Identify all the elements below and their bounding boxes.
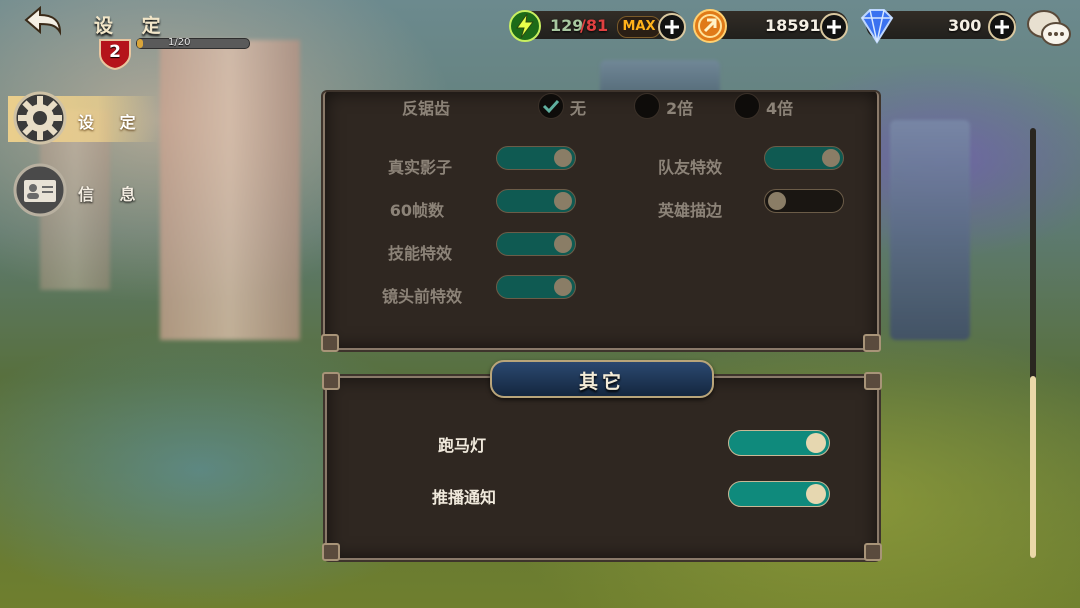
gold-amount: 18591 (765, 16, 821, 35)
setting-label-push-notification: 推播通知 (431, 488, 496, 507)
panel-corner (863, 334, 881, 352)
setting-label-real-shadow: 真实影子 (387, 158, 452, 177)
toggle-knob (822, 149, 840, 167)
xp-bar (136, 38, 250, 49)
diamond-icon (860, 9, 894, 44)
toggle-teammate-effects[interactable] (764, 146, 844, 170)
stamina-max: /81 (580, 16, 609, 35)
nav-label-info: 信 息 (78, 185, 146, 204)
antialias-radio-4x[interactable] (734, 93, 760, 119)
scrollbar-thumb[interactable] (1030, 376, 1036, 558)
back-arrow-icon[interactable] (24, 6, 62, 38)
other-settings-panel (325, 376, 879, 560)
antialias-option-4x: 4倍 (766, 99, 794, 118)
graphics-settings-panel (323, 92, 879, 350)
toggle-lens-effects[interactable] (496, 275, 576, 299)
diamond-amount: 300 (948, 16, 982, 35)
xp-text: 1/20 (168, 37, 191, 48)
section-banner-other: 其它 (490, 360, 714, 398)
add-diamond-button[interactable] (988, 13, 1016, 41)
toggle-knob (554, 235, 572, 253)
panel-corner (864, 543, 882, 561)
toggle-real-shadow[interactable] (496, 146, 576, 170)
toggle-knob (554, 192, 572, 210)
toggle-hero-outline[interactable] (764, 189, 844, 213)
setting-label-skill-effects: 技能特效 (387, 244, 452, 263)
gold-coin-icon (693, 9, 727, 43)
level-badge: 2 (98, 38, 132, 71)
antialias-radio-none[interactable] (538, 93, 564, 119)
level-number: 2 (109, 42, 121, 62)
max-badge: MAX (617, 16, 661, 38)
toggle-knob (554, 149, 572, 167)
setting-label-lens-effects: 镜头前特效 (381, 287, 462, 306)
section-title-other: 其它 (578, 371, 625, 393)
toggle-skill-effects[interactable] (496, 232, 576, 256)
profile-card-icon (13, 163, 67, 217)
antialias-option-2x: 2倍 (666, 99, 694, 118)
tree-trunk (160, 40, 300, 340)
ruin-pillar (890, 120, 970, 340)
setting-label-marquee: 跑马灯 (437, 436, 486, 455)
stamina-current: 129 (550, 16, 584, 35)
toggle-knob (806, 484, 826, 504)
lightning-icon (509, 10, 541, 42)
antialias-label: 反锯齿 (401, 99, 450, 118)
panel-corner (322, 372, 340, 390)
toggle-60fps[interactable] (496, 189, 576, 213)
add-stamina-button[interactable] (658, 13, 686, 41)
panel-corner (864, 372, 882, 390)
setting-label-teammate-effects: 队友特效 (657, 158, 722, 177)
nav-item-settings[interactable]: 设 定 (8, 91, 158, 145)
toggle-marquee[interactable] (728, 430, 830, 456)
toggle-knob (768, 192, 786, 210)
antialias-radio-2x[interactable] (634, 93, 660, 119)
panel-corner (321, 334, 339, 352)
antialias-option-none: 无 (570, 99, 587, 118)
gear-icon (13, 91, 67, 145)
page-title: 设 定 (94, 15, 172, 37)
panel-corner (322, 543, 340, 561)
toggle-knob (554, 278, 572, 296)
toggle-push-notification[interactable] (728, 481, 830, 507)
xp-bar-fill (137, 39, 143, 48)
setting-label-hero-outline: 英雄描边 (657, 201, 722, 220)
setting-label-60fps: 60帧数 (389, 201, 444, 220)
nav-label-settings: 设 定 (78, 113, 146, 132)
nav-item-info[interactable]: 信 息 (8, 163, 158, 217)
add-gold-button[interactable] (820, 13, 848, 41)
toggle-knob (806, 433, 826, 453)
chat-bubble-icon[interactable] (1026, 8, 1072, 48)
checkmark-icon (542, 99, 560, 114)
